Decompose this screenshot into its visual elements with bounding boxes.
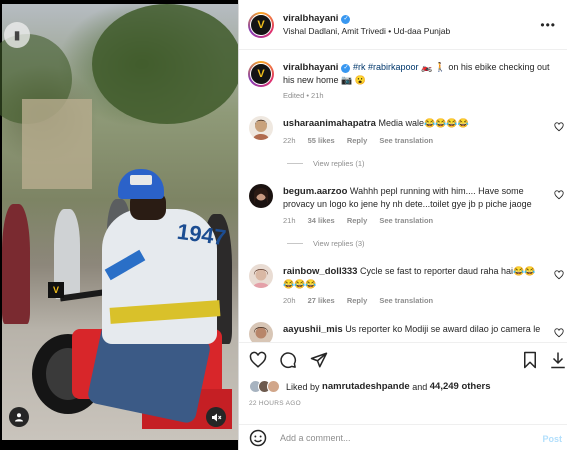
tree-canopy <box>92 4 238 124</box>
commenter-avatar[interactable] <box>249 184 273 208</box>
reply-button[interactable]: Reply <box>347 296 367 305</box>
comment-body: rainbow_doll333 Cycle se fast to reporte… <box>283 265 545 290</box>
add-comment-bar: Post <box>239 424 567 450</box>
post-details-panel: V viralbhayani ✓ Vishal Dadlani, Amit Tri… <box>238 0 567 450</box>
likes-count-link[interactable]: 44,249 others <box>430 381 491 392</box>
like-heart-icon[interactable] <box>249 351 267 369</box>
post-media[interactable]: V 1947 ▮ <box>0 0 238 450</box>
comment-text: Us reporter ko Modiji se award dilao jo … <box>345 324 541 334</box>
rider-cap-logo <box>130 175 152 185</box>
speaker-muted-icon <box>211 413 221 421</box>
comment-meta: 22h 55 likes Reply See translation <box>283 136 443 145</box>
liked-by-username[interactable]: namrutadeshpande <box>322 381 410 392</box>
liked-by-and: and <box>412 381 428 392</box>
caption-username[interactable]: viralbhayani <box>283 62 338 73</box>
commenter-username[interactable]: aayushii_mis <box>283 324 343 335</box>
see-translation-button[interactable]: See translation <box>379 296 433 305</box>
channel-mic-logo: V <box>48 282 64 298</box>
commenter-avatar[interactable] <box>249 116 273 140</box>
comment-text: Media wale😂😂😂😂 <box>378 118 469 128</box>
post-actions: Liked by namrutadeshpande and 44,249 oth… <box>239 342 567 434</box>
comment-body: aayushii_mis Us reporter ko Modiji se aw… <box>283 323 545 336</box>
comment-input[interactable] <box>280 430 530 446</box>
audio-attribution[interactable]: Vishal Dadlani, Amit Trivedi • Ud-daa Pu… <box>283 26 450 36</box>
comment-body: begum.aarzoo Wahhh pepl running with him… <box>283 185 545 210</box>
verified-badge-icon: ✓ <box>341 64 351 73</box>
post-timestamp[interactable]: 22 HOURS AGO <box>249 400 301 407</box>
post-comment-button[interactable]: Post <box>542 434 562 444</box>
commenter-username[interactable]: rainbow_doll333 <box>283 266 357 277</box>
comment-meta: 21h 34 likes Reply See translation <box>283 216 443 225</box>
comment-likes-count[interactable]: 27 likes <box>308 296 335 305</box>
liker-avatar <box>267 380 280 393</box>
share-paper-plane-icon[interactable] <box>310 351 328 369</box>
commenter-avatar[interactable] <box>249 322 273 342</box>
user-icon <box>15 413 23 422</box>
comment-likes-count[interactable]: 34 likes <box>308 216 335 225</box>
comment-like-heart-icon[interactable] <box>554 190 564 200</box>
comment-meta: 20h 27 likes Reply See translation <box>283 296 443 305</box>
background-building <box>22 99 92 189</box>
view-replies-button[interactable]: View replies (1) <box>287 159 365 168</box>
reply-button[interactable]: Reply <box>347 136 367 145</box>
see-translation-button[interactable]: See translation <box>379 216 433 225</box>
comment-likes-count[interactable]: 55 likes <box>308 136 335 145</box>
view-replies-button[interactable]: View replies (3) <box>287 239 365 248</box>
commenter-username[interactable]: begum.aarzoo <box>283 186 347 197</box>
caption-author-avatar[interactable]: V <box>248 61 274 87</box>
download-icon[interactable] <box>549 351 567 369</box>
bystander <box>2 204 30 324</box>
emoji-icon[interactable] <box>249 429 267 447</box>
commenter-username[interactable]: usharaanimahapatra <box>283 118 376 129</box>
more-options-icon[interactable]: ••• <box>540 18 556 32</box>
author-avatar[interactable]: V <box>248 12 274 38</box>
comment-time: 21h <box>283 216 296 225</box>
edited-label: Edited • 21h <box>283 91 324 100</box>
tagged-users-button[interactable] <box>9 407 29 427</box>
comment-time: 20h <box>283 296 296 305</box>
commenter-avatar[interactable] <box>249 264 273 288</box>
author-info: viralbhayani ✓ <box>283 13 351 24</box>
post-caption: viralbhayani ✓ #rk #rabirkapoor 🏍️ 🚶 on h… <box>283 61 553 86</box>
author-username[interactable]: viralbhayani <box>283 13 338 24</box>
likes-summary: Liked by namrutadeshpande and 44,249 oth… <box>249 380 490 393</box>
comment-like-heart-icon[interactable] <box>554 328 564 338</box>
verified-badge-icon: ✓ <box>341 15 351 24</box>
comment-time: 22h <box>283 136 296 145</box>
comment-like-heart-icon[interactable] <box>554 122 564 132</box>
see-translation-button[interactable]: See translation <box>379 136 433 145</box>
save-bookmark-icon[interactable] <box>521 351 539 369</box>
liked-by-label: Liked by <box>286 381 320 392</box>
comment-like-heart-icon[interactable] <box>554 270 564 280</box>
reply-button[interactable]: Reply <box>347 216 367 225</box>
comments-list[interactable]: V viralbhayani ✓ #rk #rabirkapoor 🏍️ 🚶 on… <box>239 50 567 342</box>
post-video-frame[interactable]: V 1947 <box>0 4 238 440</box>
reel-icon[interactable]: ▮ <box>4 22 30 48</box>
mute-button[interactable] <box>206 407 226 427</box>
post-header: V viralbhayani ✓ Vishal Dadlani, Amit Tri… <box>239 0 567 50</box>
comment-body: usharaanimahapatra Media wale😂😂😂😂 <box>283 117 545 130</box>
caption-hashtags[interactable]: #rk #rabirkapoor <box>353 62 419 72</box>
comment-bubble-icon[interactable] <box>279 351 297 369</box>
